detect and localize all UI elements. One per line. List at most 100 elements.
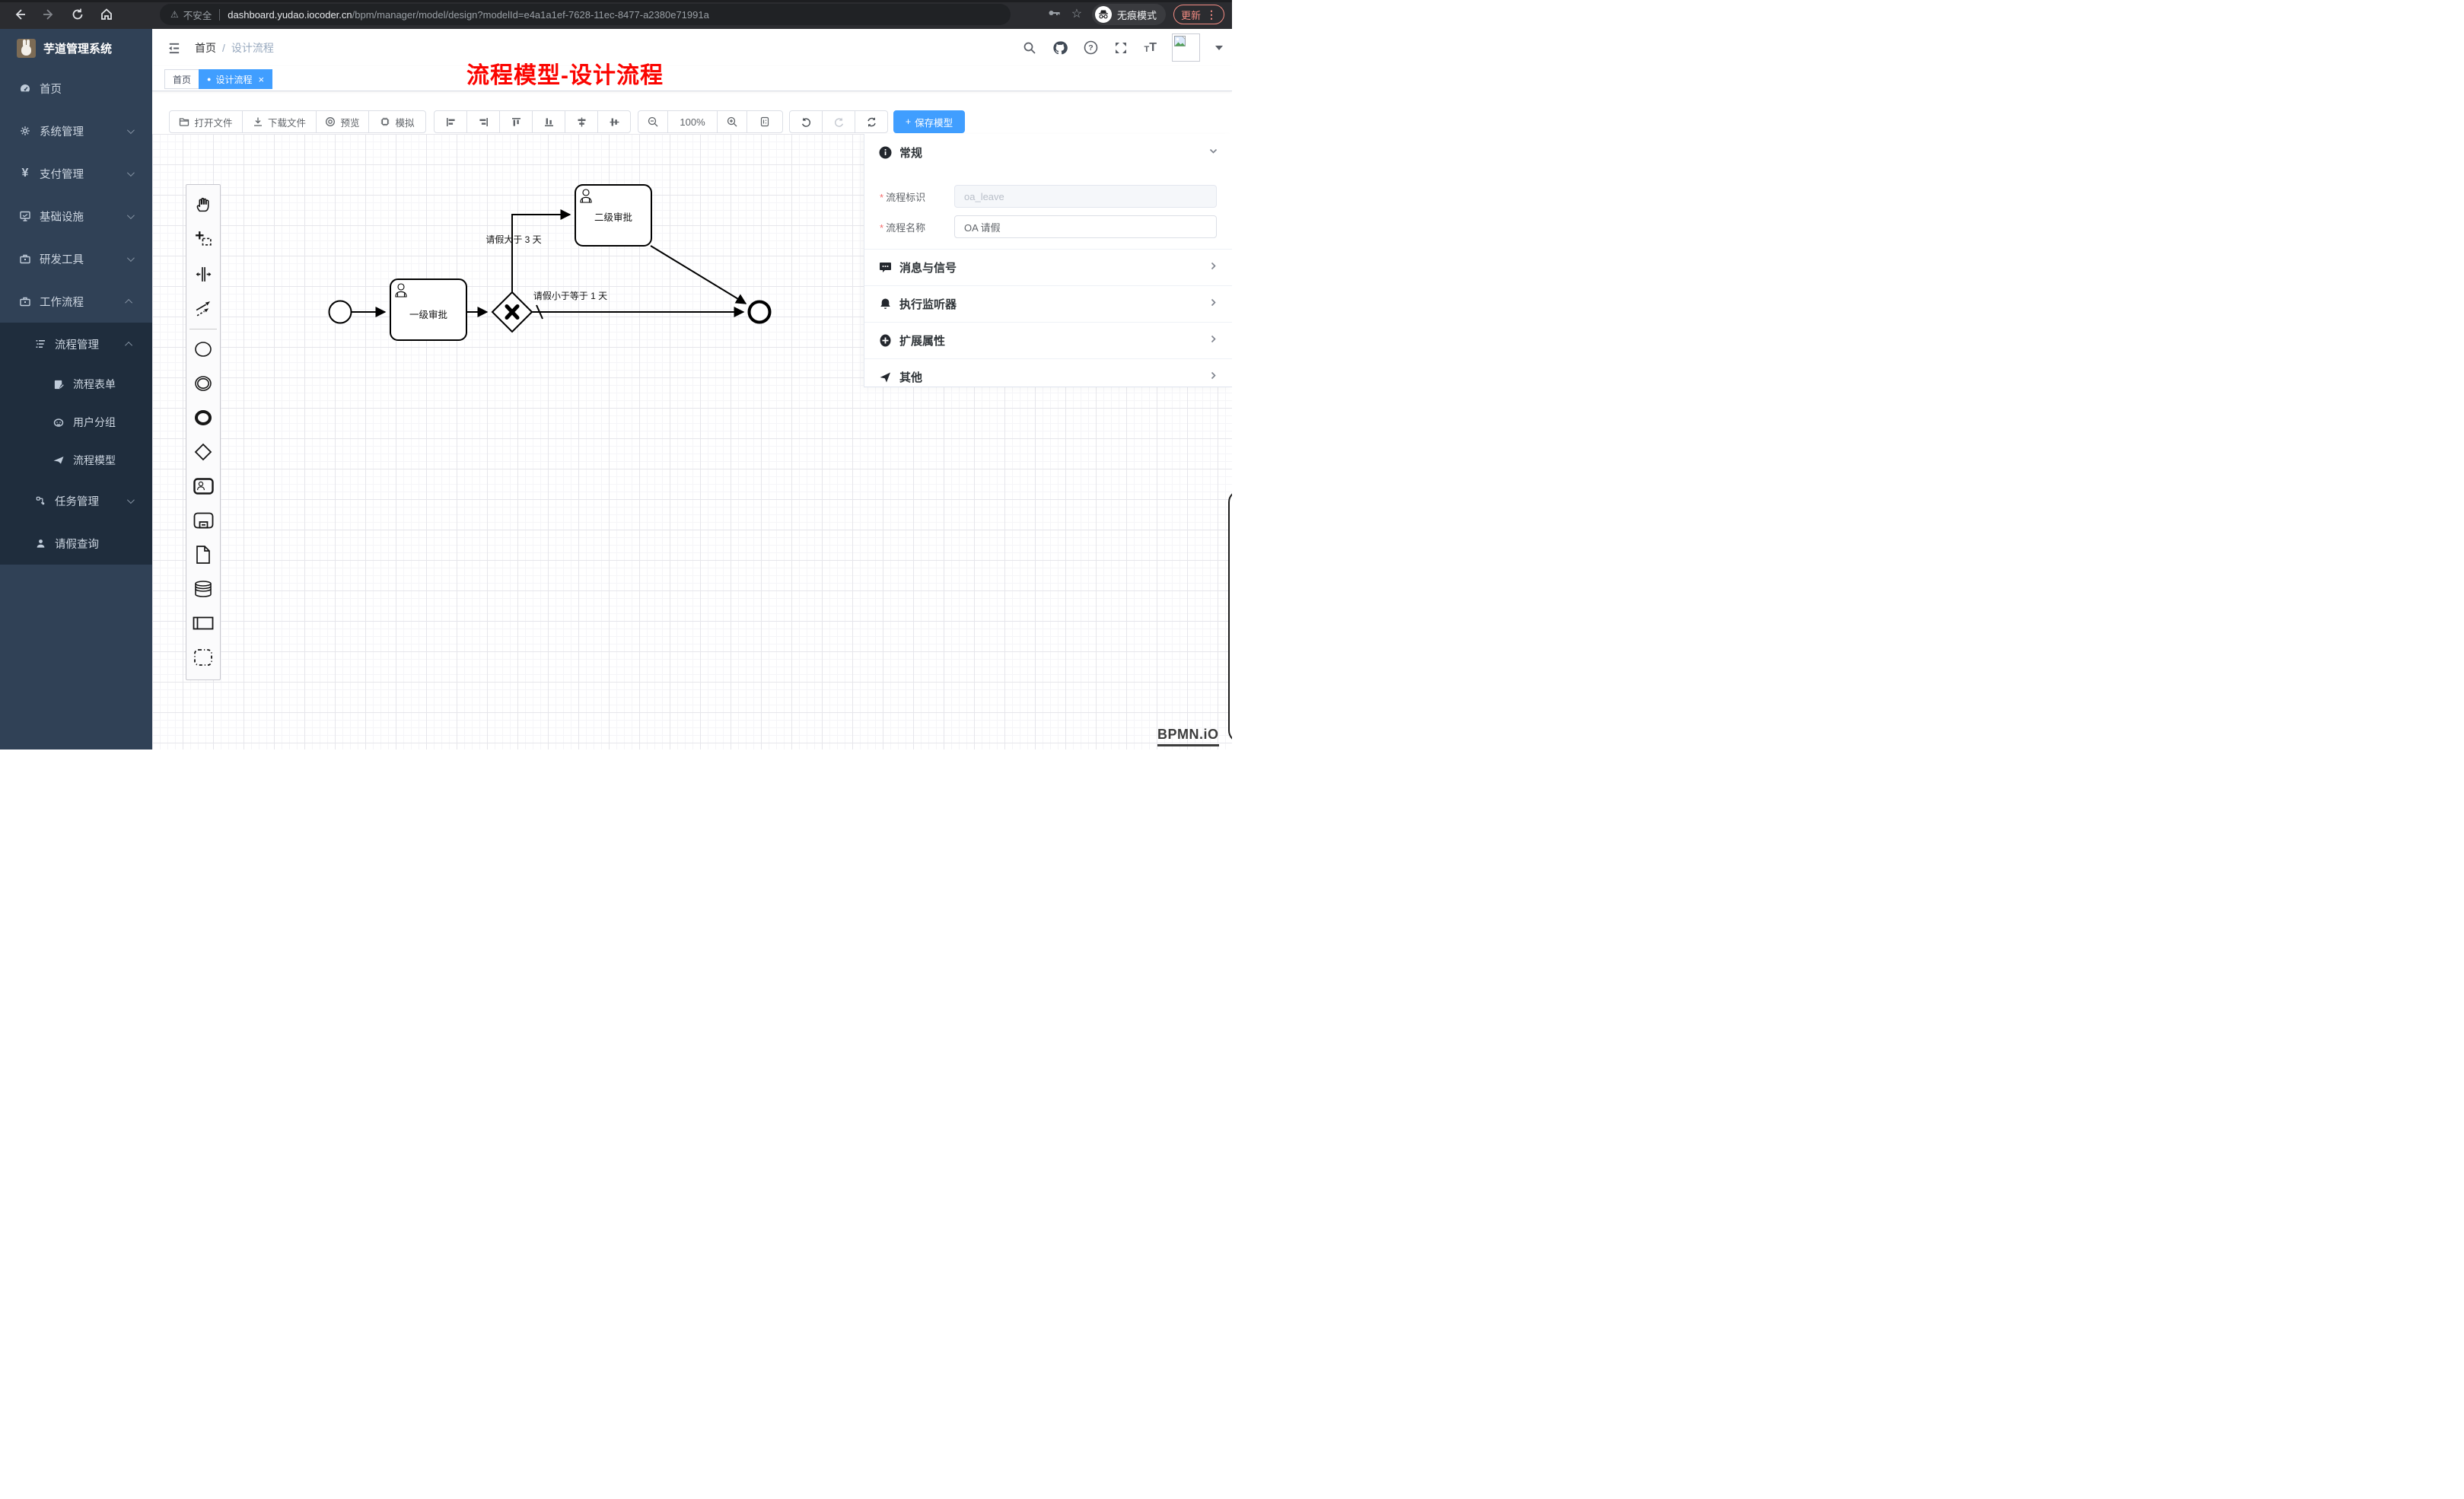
avatar-dropdown-icon[interactable]: [1215, 46, 1223, 50]
sidebar-item-task-mgmt[interactable]: 任务管理: [0, 479, 152, 522]
close-icon[interactable]: ×: [258, 75, 264, 84]
sidebar-item-user-group[interactable]: 用户分组: [0, 403, 152, 441]
zoom-in-button[interactable]: [717, 110, 747, 133]
flow-task2-to-end[interactable]: [651, 246, 746, 304]
sidebar-item-workflow[interactable]: 工作流程: [0, 280, 152, 323]
undo-button[interactable]: [789, 110, 823, 133]
end-event[interactable]: [750, 302, 770, 323]
sidebar-item-devtools[interactable]: 研发工具: [0, 237, 152, 280]
sidebar-item-leave-query[interactable]: 请假查询: [0, 522, 152, 565]
zoom-out-button[interactable]: [638, 110, 668, 133]
zoom-level: 100%: [680, 116, 705, 128]
collapse-sidebar-icon[interactable]: [164, 39, 183, 57]
section-messages-signals[interactable]: 消息与信号: [864, 249, 1232, 285]
sidebar-item-label: 研发工具: [40, 251, 127, 267]
briefcase-icon: [18, 294, 32, 308]
flow-label-le1[interactable]: 请假小于等于 1 天: [527, 289, 614, 302]
password-key-icon[interactable]: [1046, 6, 1062, 24]
sidebar-item-home[interactable]: 首页: [0, 67, 152, 110]
align-top-button[interactable]: [499, 110, 533, 133]
flow-gateway-to-task2[interactable]: [512, 215, 570, 292]
sidebar-item-process-form[interactable]: 流程表单: [0, 365, 152, 403]
chevron-down-icon: [1208, 146, 1218, 160]
section-execution-listeners[interactable]: 执行监听器: [864, 285, 1232, 322]
align-bottom-button[interactable]: [532, 110, 565, 133]
redo-button[interactable]: [822, 110, 855, 133]
sidebar-item-infra[interactable]: 基础设施: [0, 195, 152, 237]
breadcrumb-home[interactable]: 首页: [195, 40, 216, 56]
bpmn-io-logo[interactable]: BPMN.iO: [1157, 727, 1219, 746]
align-center-v-button[interactable]: [597, 110, 631, 133]
bpmn-canvas[interactable]: 一级审批 二级审批 请假大于 3 天 请假小于等于 1 天 常规 *流程标: [152, 134, 1232, 750]
search-icon[interactable]: [1022, 40, 1037, 56]
task1-label[interactable]: 一级审批: [390, 307, 466, 321]
sidebar-item-label: 流程管理: [55, 336, 127, 352]
incognito-badge[interactable]: 无痕模式: [1092, 4, 1166, 25]
warning-icon: ⚠: [170, 9, 179, 20]
chevron-right-icon: [1208, 298, 1218, 311]
app-logo[interactable]: 芋道管理系统: [0, 29, 152, 67]
sidebar-item-system[interactable]: 系统管理: [0, 110, 152, 152]
browser-top-strip: [0, 0, 1232, 2]
refresh-button[interactable]: [855, 110, 888, 133]
document-edit-icon: [52, 377, 65, 391]
chevron-down-icon: [127, 212, 135, 219]
github-icon[interactable]: [1052, 40, 1068, 56]
properties-panel: 常规 *流程标识 *流程名称: [864, 134, 1232, 387]
section-title: 消息与信号: [899, 259, 1201, 275]
header-actions: ? TT: [1022, 29, 1223, 66]
sidebar-item-label: 流程表单: [73, 377, 152, 392]
zoom-reset-button[interactable]: [747, 110, 783, 133]
chevron-down-icon: [127, 496, 135, 504]
security-label[interactable]: 不安全: [183, 8, 212, 22]
paper-plane-icon: [52, 454, 65, 467]
preview-button[interactable]: 预览: [316, 110, 369, 133]
font-size-icon[interactable]: TT: [1144, 42, 1157, 54]
back-icon[interactable]: [11, 5, 29, 24]
start-event[interactable]: [329, 301, 352, 323]
offscreen-shape-fragment: [1228, 490, 1232, 743]
align-center-h-button[interactable]: [565, 110, 598, 133]
task2-label[interactable]: 二级审批: [575, 209, 651, 224]
section-general[interactable]: 常规: [864, 134, 1232, 171]
sidebar-item-label: 任务管理: [55, 493, 127, 509]
field-process-name: *流程名称: [880, 215, 1217, 238]
browser-menu-icon[interactable]: ⋮: [1206, 8, 1217, 21]
simulate-button[interactable]: 模拟: [368, 110, 426, 133]
download-file-button[interactable]: 下载文件: [242, 110, 317, 133]
reload-icon[interactable]: [68, 5, 87, 24]
sidebar-item-payment[interactable]: ¥ 支付管理: [0, 152, 152, 195]
tab-design-process[interactable]: ● 设计流程 ×: [199, 69, 272, 89]
bell-icon: [878, 298, 892, 311]
list-tree-icon: [33, 337, 47, 351]
url-host: dashboard.yudao.iocoder.cn: [228, 9, 352, 21]
sidebar-item-process-model[interactable]: 流程模型: [0, 441, 152, 479]
general-fields: *流程标识 *流程名称: [864, 171, 1232, 249]
section-extended-attributes[interactable]: 扩展属性: [864, 322, 1232, 358]
field-label: *流程标识: [880, 189, 954, 204]
incognito-label: 无痕模式: [1117, 8, 1157, 22]
flow-label-gt3[interactable]: 请假大于 3 天: [476, 233, 552, 246]
save-model-button[interactable]: + 保存模型: [893, 110, 965, 133]
align-right-button[interactable]: [466, 110, 500, 133]
update-button[interactable]: 更新 ⋮: [1173, 5, 1224, 24]
sidebar-item-process-mgmt[interactable]: 流程管理: [0, 323, 152, 365]
process-name-input[interactable]: [954, 215, 1217, 238]
sidebar-item-label: 支付管理: [40, 166, 127, 182]
person-icon: [33, 536, 47, 550]
tab-label: 首页: [173, 73, 191, 86]
url-path: /bpm/manager/model/design?modelId=e4a1a1…: [352, 9, 709, 21]
forward-icon[interactable]: [40, 5, 58, 24]
fullscreen-icon[interactable]: [1113, 40, 1129, 56]
url-bar[interactable]: ⚠ 不安全 dashboard.yudao.iocoder.cn/bpm/man…: [160, 4, 1011, 25]
avatar[interactable]: [1172, 33, 1200, 62]
align-left-button[interactable]: [434, 110, 467, 133]
bookmark-star-icon[interactable]: ☆: [1069, 8, 1084, 21]
section-other[interactable]: 其他: [864, 358, 1232, 395]
help-icon[interactable]: ?: [1083, 40, 1098, 56]
designer-toolbar: 打开文件 下载文件 预览 模拟: [152, 91, 1232, 134]
home-icon[interactable]: [97, 5, 116, 24]
tab-home[interactable]: 首页: [164, 69, 199, 89]
app-header: 首页 / 设计流程 ? TT: [152, 29, 1232, 66]
open-file-button[interactable]: 打开文件: [169, 110, 243, 133]
